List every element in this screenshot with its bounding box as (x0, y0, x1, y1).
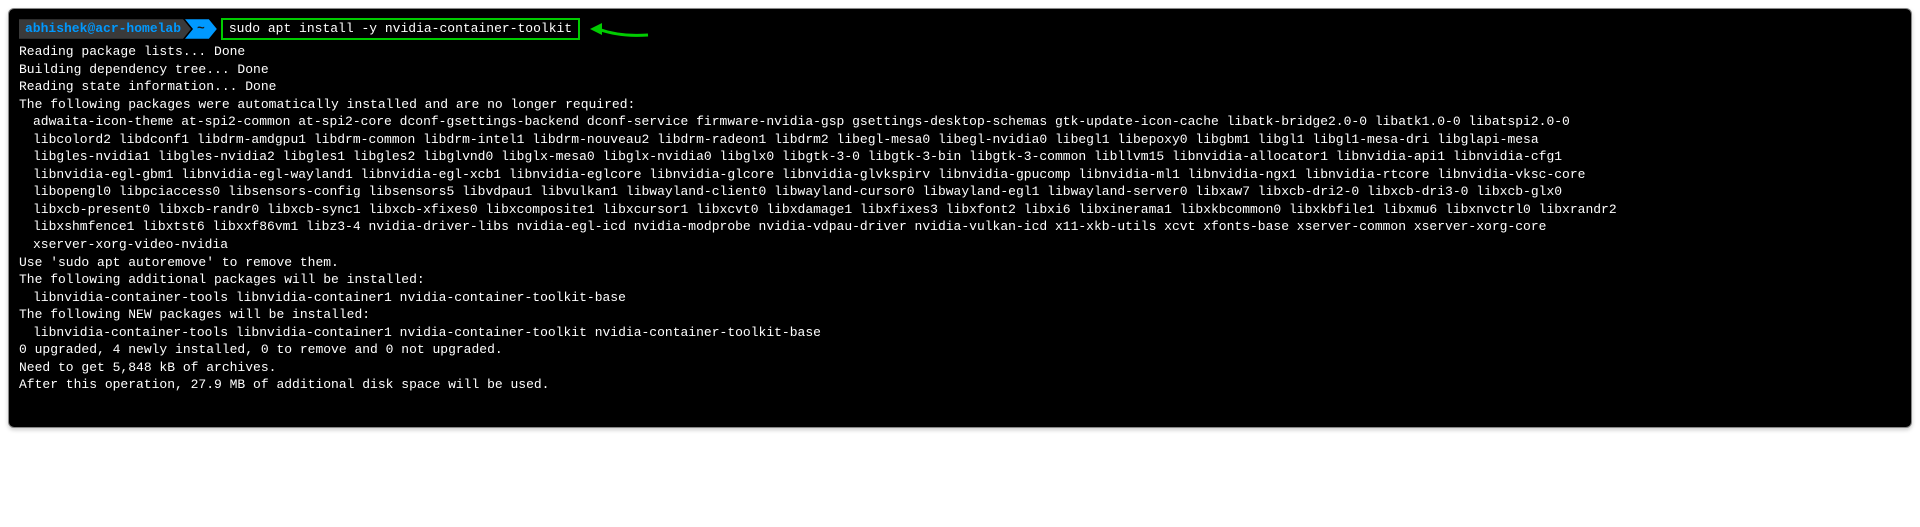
output-line: libnvidia-container-tools libnvidia-cont… (19, 324, 1901, 342)
output-line: libxshmfence1 libxtst6 libxxf86vm1 libz3… (19, 218, 1901, 236)
output-line: libxcb-present0 libxcb-randr0 libxcb-syn… (19, 201, 1901, 219)
output-line: Reading package lists... Done (19, 43, 1901, 61)
output-line: The following packages were automaticall… (19, 96, 1901, 114)
output-line: adwaita-icon-theme at-spi2-common at-spi… (19, 113, 1901, 131)
arrow-icon (590, 17, 650, 41)
output-line: Building dependency tree... Done (19, 61, 1901, 79)
terminal-window[interactable]: abhishek@acr-homelab ~ sudo apt install … (8, 8, 1912, 428)
output-line: After this operation, 27.9 MB of additio… (19, 376, 1901, 394)
command-highlight-box: sudo apt install -y nvidia-container-too… (221, 18, 580, 40)
output-line: xserver-xorg-video-nvidia (19, 236, 1901, 254)
annotation-arrow (590, 17, 650, 41)
output-line: libnvidia-container-tools libnvidia-cont… (19, 289, 1901, 307)
prompt-line: abhishek@acr-homelab ~ sudo apt install … (19, 17, 1901, 41)
output-line: libnvidia-egl-gbm1 libnvidia-egl-wayland… (19, 166, 1901, 184)
output-line: 0 upgraded, 4 newly installed, 0 to remo… (19, 341, 1901, 359)
prompt-user-host: abhishek@acr-homelab (19, 19, 191, 39)
output-line: libcolord2 libdconf1 libdrm-amdgpu1 libd… (19, 131, 1901, 149)
output-line: libgles-nvidia1 libgles-nvidia2 libgles1… (19, 148, 1901, 166)
output-line: libopengl0 libpciaccess0 libsensors-conf… (19, 183, 1901, 201)
output-line: Reading state information... Done (19, 78, 1901, 96)
output-line: The following additional packages will b… (19, 271, 1901, 289)
output-line: Use 'sudo apt autoremove' to remove them… (19, 254, 1901, 272)
output-line: The following NEW packages will be insta… (19, 306, 1901, 324)
output-line: Need to get 5,848 kB of archives. (19, 359, 1901, 377)
command-text: sudo apt install -y nvidia-container-too… (229, 21, 572, 36)
